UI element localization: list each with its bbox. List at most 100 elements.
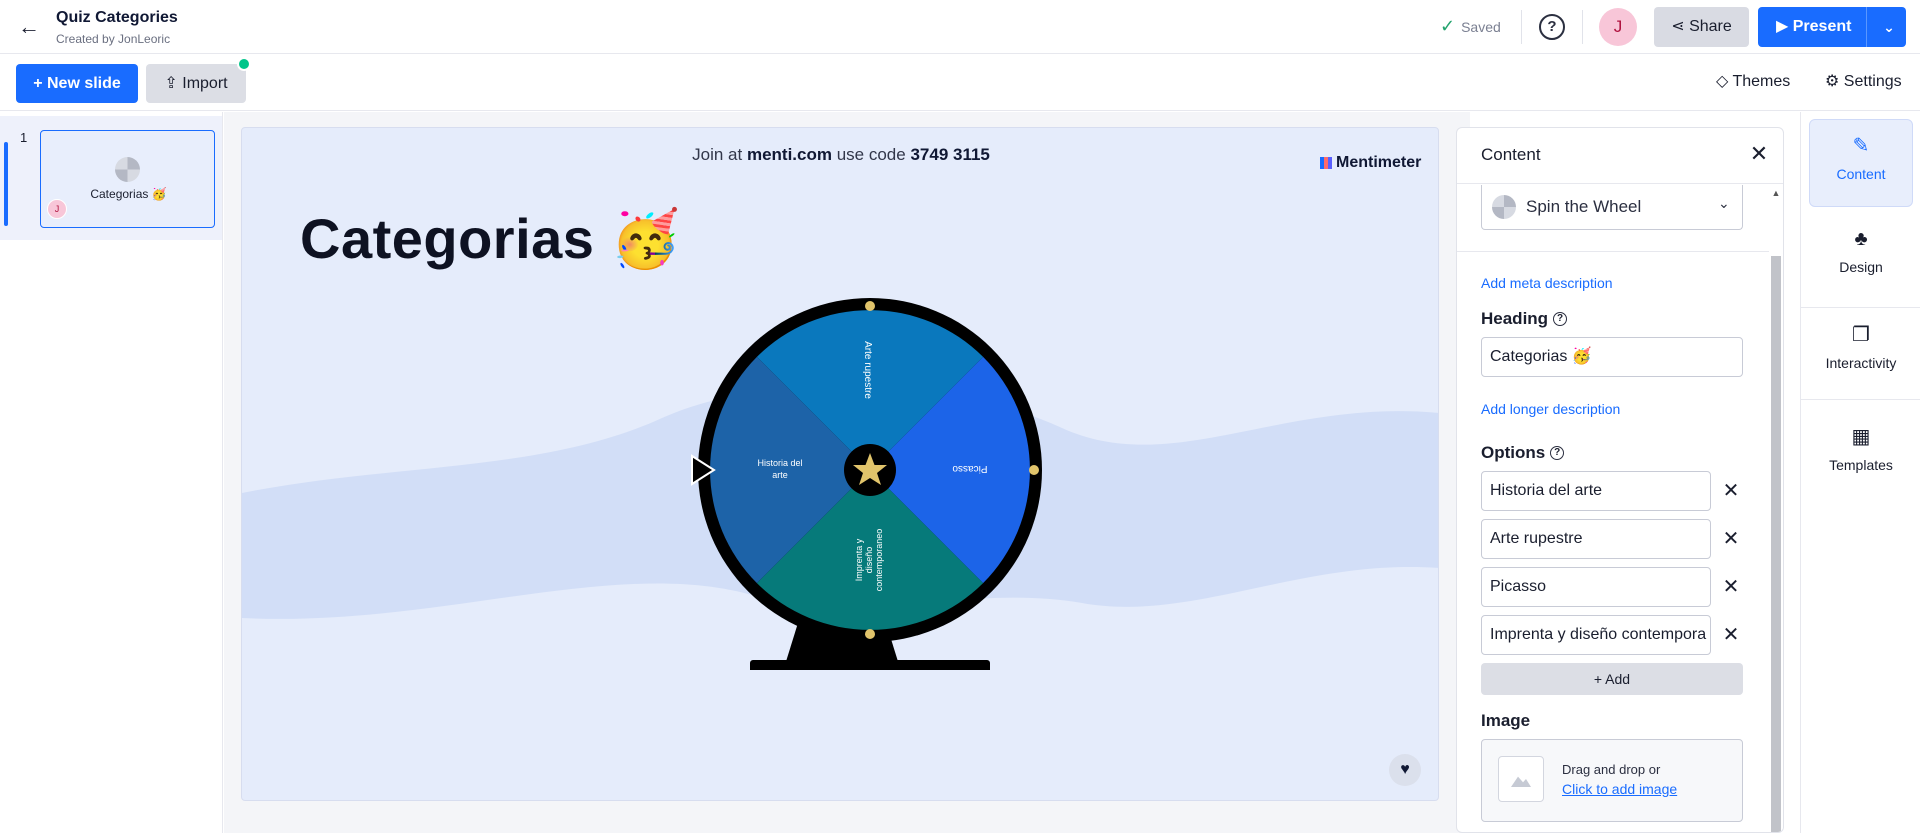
active-slide-indicator xyxy=(4,142,8,226)
slide-thumbnail[interactable]: Categorias 🥳 J xyxy=(40,130,215,228)
top-bar: ← Quiz Categories Created by JonLeoric ✓… xyxy=(0,0,1920,54)
slide-heading: Categorias 🥳 xyxy=(300,207,681,270)
present-divider xyxy=(1866,7,1867,47)
slides-panel: 1 Categorias 🥳 J xyxy=(0,112,223,833)
scroll-up-arrow-icon[interactable]: ▲ xyxy=(1769,188,1783,198)
table-grid-icon: ▦ xyxy=(1851,426,1871,448)
rim-dot xyxy=(865,301,875,311)
wheel-label: Picasso xyxy=(952,463,987,474)
options-label: Options ? xyxy=(1481,443,1565,463)
editor-toolbar: + New slide ⇪ Import ◇ Themes ⚙ Settings xyxy=(0,55,1920,111)
mentimeter-logo: Mentimeter xyxy=(1320,154,1421,172)
rail-item-content[interactable]: ✎ Content xyxy=(1809,119,1913,207)
divider xyxy=(1457,251,1769,252)
back-arrow-icon[interactable]: ← xyxy=(16,14,42,40)
heart-icon[interactable]: ♥ xyxy=(1389,754,1421,786)
share-label: Share xyxy=(1689,18,1732,35)
mentimeter-logo-icon xyxy=(1320,157,1332,169)
presentation-author: Created by JonLeoric xyxy=(56,32,171,46)
user-avatar[interactable]: J xyxy=(1599,8,1637,46)
rail-item-interactivity[interactable]: ❐ Interactivity xyxy=(1809,309,1913,397)
image-dropzone[interactable]: Drag and drop or Click to add image xyxy=(1481,739,1743,822)
add-image-link[interactable]: Click to add image xyxy=(1562,781,1677,797)
remove-option-icon[interactable]: ✕ xyxy=(1719,575,1743,599)
new-badge-dot xyxy=(237,57,251,71)
present-label: Present xyxy=(1792,18,1852,35)
chevron-down-icon[interactable]: ⌄ xyxy=(1876,7,1902,47)
settings-button[interactable]: ⚙ Settings xyxy=(1825,71,1902,91)
help-icon[interactable]: ? xyxy=(1550,446,1565,460)
rail-item-label: Templates xyxy=(1829,457,1893,473)
option-input[interactable]: Imprenta y diseño contempora xyxy=(1481,615,1711,655)
play-icon: ▶ xyxy=(1776,18,1793,35)
heading-input[interactable]: Categorias 🥳 xyxy=(1481,337,1743,377)
droplet-icon: ◇ xyxy=(1716,73,1733,90)
upload-icon: ⇪ xyxy=(164,75,183,92)
option-input[interactable]: Arte rupestre xyxy=(1481,519,1711,559)
join-prefix: Join at xyxy=(692,145,743,164)
pencil-icon: ✎ xyxy=(1852,135,1870,157)
remove-option-icon[interactable]: ✕ xyxy=(1719,623,1743,647)
heading-label-text: Heading xyxy=(1481,309,1549,328)
add-meta-description-link[interactable]: Add meta description xyxy=(1481,275,1613,291)
wheel-label-line: diseño xyxy=(864,547,874,574)
option-input[interactable]: Historia del arte xyxy=(1481,471,1711,511)
check-icon: ✓ xyxy=(1440,16,1456,36)
add-option-button[interactable]: + Add xyxy=(1481,663,1743,695)
divider xyxy=(1521,10,1522,44)
rail-item-templates[interactable]: ▦ Templates xyxy=(1809,411,1913,499)
join-code: 3749 3115 xyxy=(910,145,990,164)
spin-wheel[interactable]: Arte rupestre Picasso Imprenta y diseño … xyxy=(642,270,1042,670)
join-middle: use code xyxy=(836,145,906,164)
add-longer-description-link[interactable]: Add longer description xyxy=(1481,401,1620,417)
content-panel: Content ✕ Spin the Wheel ⌄ Add meta desc… xyxy=(1456,127,1784,833)
options-label-text: Options xyxy=(1481,443,1546,462)
settings-label: Settings xyxy=(1843,73,1902,90)
rim-dot xyxy=(1029,465,1039,475)
wheel-thumbnail-icon xyxy=(115,157,140,182)
saved-label: Saved xyxy=(1461,18,1501,35)
divider xyxy=(1801,307,1920,308)
remove-option-icon[interactable]: ✕ xyxy=(1719,527,1743,551)
import-button[interactable]: ⇪ Import xyxy=(146,64,246,103)
rail-item-label: Content xyxy=(1836,166,1886,182)
wheel-label-line: Imprenta y xyxy=(854,538,864,581)
presentation-title[interactable]: Quiz Categories xyxy=(56,9,178,27)
spin-wheel-icon xyxy=(1492,195,1516,219)
share-icon: ⋖ xyxy=(1671,18,1690,35)
image-placeholder-icon xyxy=(1498,756,1544,802)
present-button[interactable]: ▶ Present ⌄ xyxy=(1758,7,1906,47)
rail-item-design[interactable]: ♣ Design xyxy=(1809,213,1913,301)
share-button[interactable]: ⋖ Share xyxy=(1654,7,1749,47)
slide-type-label: Spin the Wheel xyxy=(1526,197,1642,216)
wheel-label-line: contemporaneo xyxy=(874,529,884,592)
join-url: menti.com xyxy=(746,145,832,164)
layers-icon: ❐ xyxy=(1852,324,1870,346)
rail-item-label: Interactivity xyxy=(1825,355,1897,371)
wheel-base xyxy=(750,660,990,670)
help-icon[interactable]: ? xyxy=(1539,14,1565,40)
slide-list-item[interactable]: 1 Categorias 🥳 J xyxy=(0,116,222,240)
wheel-label: Arte rupestre xyxy=(862,341,873,399)
brand-name: Mentimeter xyxy=(1336,154,1422,171)
image-label: Image xyxy=(1481,711,1531,730)
remove-option-icon[interactable]: ✕ xyxy=(1719,479,1743,503)
slide-type-select[interactable]: Spin the Wheel ⌄ xyxy=(1481,185,1743,230)
paint-bucket-icon: ♣ xyxy=(1854,228,1868,250)
rim-dot xyxy=(865,629,875,639)
heading-label: Heading ? xyxy=(1481,309,1568,329)
divider xyxy=(1801,399,1920,400)
themes-button[interactable]: ◇ Themes xyxy=(1716,71,1790,91)
import-label: Import xyxy=(182,75,228,92)
slide-preview[interactable]: Join at menti.com use code 3749 3115 Men… xyxy=(241,127,1439,801)
join-instructions: Join at menti.com use code 3749 3115 xyxy=(681,140,1001,170)
wheel-label-line: Historia del xyxy=(757,458,802,468)
scrollbar-thumb[interactable] xyxy=(1771,256,1781,832)
divider xyxy=(1582,10,1583,44)
themes-label: Themes xyxy=(1732,73,1791,90)
new-slide-button[interactable]: + New slide xyxy=(16,64,138,103)
close-icon[interactable]: ✕ xyxy=(1747,142,1771,166)
help-icon[interactable]: ? xyxy=(1553,312,1568,326)
thumbnail-avatar: J xyxy=(47,199,67,219)
option-input[interactable]: Picasso xyxy=(1481,567,1711,607)
